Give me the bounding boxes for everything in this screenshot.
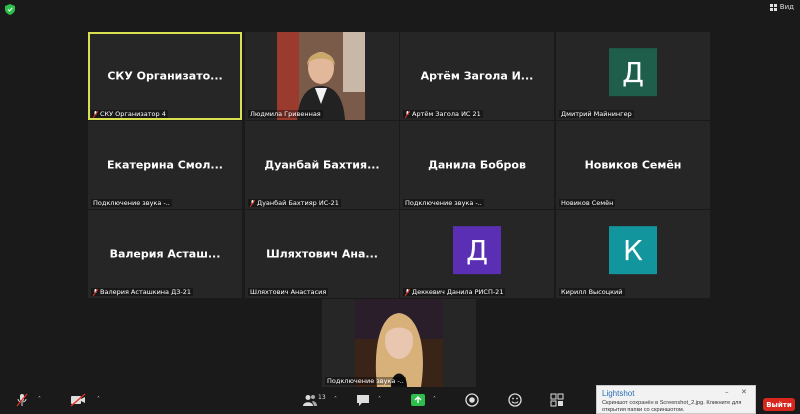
participant-label-text: Дмитрий Майнингер [561, 110, 632, 118]
minimize-icon[interactable]: – [725, 388, 729, 396]
mic-muted-icon [405, 110, 410, 118]
participants-count: 13 [318, 393, 326, 401]
participant-name-label: Людмила Гривенная [248, 110, 323, 118]
participant-name-label: Валерия Асташкина ДЗ-21 [91, 288, 193, 296]
view-label: Вид [779, 3, 794, 11]
participant-tile[interactable]: Д Дмитрий Майнингер [556, 32, 710, 120]
participants-icon [303, 395, 317, 406]
participant-label-text: Деккевич Данила РИСП-21 [412, 288, 504, 296]
mic-muted-icon [405, 288, 410, 296]
participant-tile[interactable]: Дуанбай Бахтия... Дуанбай Бахтияр ИС-21 [245, 121, 399, 209]
participant-display-name: Данила Бобров [428, 158, 526, 172]
apps-grid-icon[interactable] [550, 393, 564, 407]
lightshot-notification[interactable]: Lightshot – ✕ Скриншот сохранён в Screen… [596, 385, 756, 414]
notification-title: Lightshot [602, 389, 635, 398]
share-screen-icon[interactable] [411, 393, 425, 407]
participant-name-label: Подключение звука -.. [403, 199, 484, 207]
participant-display-name: Новиков Семён [584, 158, 682, 172]
participant-tile[interactable]: Данила Бобров Подключение звука -.. [400, 121, 554, 209]
leave-meeting-button[interactable]: Выйти [763, 398, 795, 411]
participant-tile[interactable]: Екатерина Смол... Подключение звука -.. [88, 121, 242, 209]
participant-label-text: Подключение звука -.. [327, 377, 404, 385]
participant-video-photo [277, 32, 365, 120]
participant-name-label: Новиков Семён [559, 199, 616, 207]
mic-muted-icon [93, 110, 98, 118]
participants-caret-icon[interactable]: ˄ [334, 396, 337, 403]
security-shield-icon[interactable] [5, 4, 15, 15]
participant-label-text: Артём Загола ИС 21 [412, 110, 481, 118]
reactions-icon[interactable] [508, 393, 522, 407]
participant-tile[interactable]: Новиков Семён Новиков Семён [556, 121, 710, 209]
participant-tile[interactable]: Д Деккевич Данила РИСП-21 [400, 210, 554, 298]
participant-tile[interactable]: Валерия Асташ... Валерия Асташкина ДЗ-21 [88, 210, 242, 298]
participant-display-name: Дуанбай Бахтия... [264, 158, 380, 172]
participant-display-name: Екатерина Смол... [107, 158, 223, 172]
participant-display-name: СКУ Организато... [107, 69, 223, 83]
participant-label-text: Шляхтович Анастасия [250, 288, 327, 296]
close-icon[interactable]: ✕ [741, 388, 747, 396]
chat-icon[interactable] [356, 393, 370, 407]
participant-name-label: Деккевич Данила РИСП-21 [403, 288, 506, 296]
participant-display-name: Шляхтович Ана... [266, 247, 378, 261]
participant-name-label: Дмитрий Майнингер [559, 110, 634, 118]
participant-name-label: Кирилл Высоцкий [559, 288, 625, 296]
participant-name-label: Подключение звука -.. [91, 199, 172, 207]
mute-audio-icon[interactable] [16, 393, 28, 407]
participant-tile[interactable]: К Кирилл Высоцкий [556, 210, 710, 298]
share-caret-icon[interactable]: ˄ [433, 396, 436, 403]
participant-name-label: Подключение звука -.. [325, 377, 406, 385]
participant-tile[interactable]: Подключение звука -.. [322, 299, 476, 387]
participant-tile[interactable]: Людмила Гривенная [245, 32, 399, 120]
participant-label-text: Валерия Асташкина ДЗ-21 [100, 288, 191, 296]
participant-tile[interactable]: СКУ Организато... СКУ Организатор 4 [88, 32, 242, 120]
participant-tile[interactable]: Шляхтович Ана... Шляхтович Анастасия [245, 210, 399, 298]
mic-muted-icon [250, 199, 255, 207]
participant-name-label: Артём Загола ИС 21 [403, 110, 483, 118]
participant-avatar: Д [609, 48, 657, 97]
participant-video-photo [355, 299, 443, 387]
participant-name-label: Шляхтович Анастасия [248, 288, 329, 296]
stop-video-icon[interactable] [70, 393, 86, 407]
participant-label-text: СКУ Организатор 4 [100, 110, 166, 118]
participant-label-text: Новиков Семён [561, 199, 614, 207]
mic-muted-icon [93, 288, 98, 296]
participant-label-text: Подключение звука -.. [405, 199, 482, 207]
participants-button[interactable]: 13 [303, 393, 326, 407]
chat-caret-icon[interactable]: ˄ [378, 396, 381, 403]
participant-tile[interactable]: Артём Загола И... Артём Загола ИС 21 [400, 32, 554, 120]
audio-options-caret-icon[interactable]: ˄ [38, 396, 41, 403]
view-button[interactable]: Вид [769, 3, 794, 11]
participant-label-text: Кирилл Высоцкий [561, 288, 623, 296]
participant-avatar: К [609, 226, 657, 275]
video-options-caret-icon[interactable]: ˄ [97, 396, 100, 403]
gallery-grid-icon [769, 3, 777, 11]
record-icon[interactable] [465, 393, 479, 407]
participant-label-text: Дуанбай Бахтияр ИС-21 [257, 199, 339, 207]
participant-label-text: Подключение звука -.. [93, 199, 170, 207]
participant-name-label: Дуанбай Бахтияр ИС-21 [248, 199, 341, 207]
participant-avatar: Д [453, 226, 501, 275]
top-bar: Вид [0, 0, 800, 20]
participant-display-name: Валерия Асташ... [109, 247, 221, 261]
participant-label-text: Людмила Гривенная [250, 110, 321, 118]
participant-name-label: СКУ Организатор 4 [91, 110, 168, 118]
participant-display-name: Артём Загола И... [420, 69, 534, 83]
